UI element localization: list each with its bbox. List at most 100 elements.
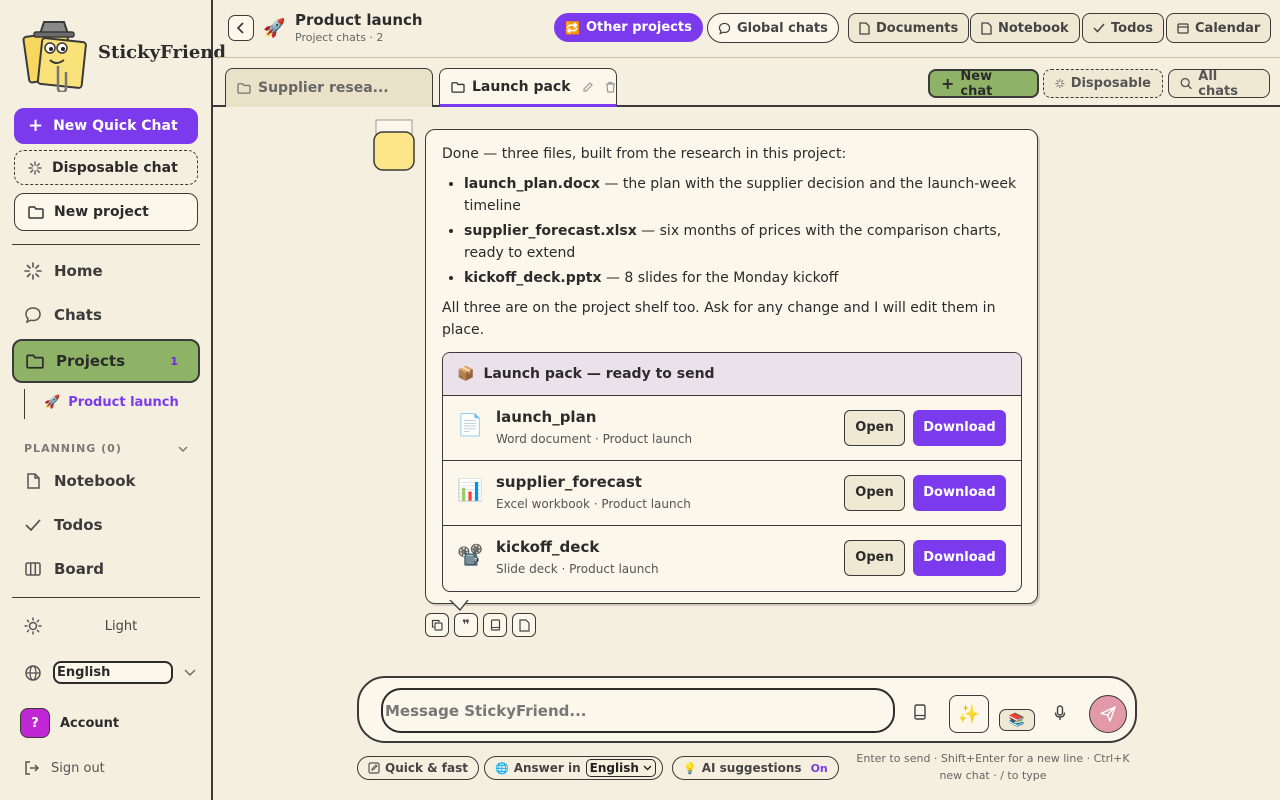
document-icon xyxy=(518,618,530,632)
message-input[interactable]: Message StickyFriend... xyxy=(381,688,895,733)
sidebar-subitem-product-launch[interactable]: 🚀 Product launch xyxy=(44,395,179,410)
planning-section-header[interactable]: PLANNING (0) xyxy=(24,442,188,455)
other-projects-button[interactable]: 🔁 Other projects xyxy=(554,13,703,42)
notebook-button[interactable]: Notebook xyxy=(970,13,1080,43)
file-row: 📽️ kickoff_deck Slide deck · Product lau… xyxy=(443,526,1021,591)
checkmark-icon xyxy=(1093,23,1105,33)
sidebar-divider xyxy=(12,244,200,245)
magic-wand-button[interactable]: ✨ xyxy=(949,695,989,733)
lightbulb-icon: 💡 xyxy=(683,761,697,775)
sidebar-item-notebook[interactable]: Notebook xyxy=(24,472,136,490)
file-desc: — 8 slides for the Monday kickoff xyxy=(601,270,839,286)
sidebar-item-home[interactable]: Home xyxy=(24,262,103,280)
tab-supplier-research[interactable]: Supplier resea... xyxy=(225,68,433,107)
sidebar-item-board[interactable]: Board xyxy=(24,560,104,578)
todos-button[interactable]: Todos xyxy=(1082,13,1165,43)
file-name-bold: launch_plan.docx xyxy=(464,176,600,192)
download-button[interactable]: Download xyxy=(913,410,1006,446)
sidebar-item-todos[interactable]: Todos xyxy=(24,516,103,534)
document-icon: 📄 xyxy=(457,413,484,437)
language-select[interactable]: English xyxy=(53,661,173,684)
account-button[interactable]: ? Account xyxy=(20,708,119,738)
theme-toggle[interactable]: Light xyxy=(24,617,200,635)
copy-button[interactable] xyxy=(425,613,449,637)
all-chats-label: All chats xyxy=(1198,68,1238,99)
open-button[interactable]: Open xyxy=(844,410,905,446)
sun-icon xyxy=(24,617,42,635)
save-to-notebook-button[interactable] xyxy=(483,613,507,637)
sign-out-button[interactable]: Sign out xyxy=(24,760,105,776)
microphone-button[interactable] xyxy=(1054,705,1066,721)
rocket-icon: 🚀 xyxy=(44,395,61,410)
send-button[interactable] xyxy=(1089,695,1127,733)
notebook-label: Notebook xyxy=(998,20,1069,36)
folder-icon xyxy=(451,81,465,93)
assistant-message-bubble: Done — three files, built from the resea… xyxy=(425,129,1038,604)
file-name: kickoff_deck xyxy=(496,538,600,556)
projects-label: Projects xyxy=(56,352,126,370)
chat-bubble-icon xyxy=(25,307,41,324)
disposable-chat-button[interactable]: Disposable chat xyxy=(14,150,198,185)
trash-icon[interactable] xyxy=(605,81,616,93)
board-columns-icon xyxy=(25,562,41,576)
ai-suggestions-toggle[interactable]: 💡 AI suggestions On xyxy=(672,756,839,780)
folder-icon xyxy=(26,354,44,369)
open-button[interactable]: Open xyxy=(844,540,905,576)
sidebar-item-projects[interactable]: Projects 1 xyxy=(12,339,200,383)
global-chats-label: Global chats xyxy=(737,20,828,36)
documents-button[interactable]: Documents xyxy=(848,13,970,43)
spreadsheet-chart-icon: 📊 xyxy=(457,478,484,502)
new-project-button[interactable]: New project xyxy=(14,193,198,231)
new-project-label: New project xyxy=(54,204,149,220)
bubble-tail xyxy=(449,600,469,611)
back-button[interactable] xyxy=(228,15,254,41)
document-icon xyxy=(859,21,870,35)
sub-project-label: Product launch xyxy=(68,395,179,410)
rocket-icon: 🚀 xyxy=(263,18,286,39)
library-button[interactable]: 📚 xyxy=(999,709,1035,731)
language-row: English xyxy=(24,661,196,684)
sidebar-item-chats[interactable]: Chats xyxy=(24,306,102,324)
file-name-bold: supplier_forecast.xlsx xyxy=(464,223,637,239)
file-summary-list: launch_plan.docx — the plan with the sup… xyxy=(464,173,1021,289)
file-row: 📄 launch_plan Word document · Product la… xyxy=(443,396,1021,461)
global-chats-button[interactable]: Global chats xyxy=(707,13,839,43)
sign-out-label: Sign out xyxy=(51,760,105,776)
answer-language-value: English xyxy=(589,761,639,775)
sticky-note-mascot-logo xyxy=(22,21,87,92)
plus-icon: + xyxy=(941,73,955,93)
globe-icon: 🌐 xyxy=(495,761,509,775)
open-button[interactable]: Open xyxy=(844,475,905,511)
avatar: ? xyxy=(20,708,50,738)
message-composer: Message StickyFriend... ✨ 📚 xyxy=(357,676,1137,743)
file-meta: Slide deck · Product launch xyxy=(496,562,659,576)
sidebar-divider xyxy=(12,597,200,598)
checkmark-icon xyxy=(25,519,41,532)
new-chat-button[interactable]: + New chat xyxy=(928,68,1039,99)
all-chats-button[interactable]: All chats xyxy=(1168,68,1270,99)
chevron-down-icon[interactable] xyxy=(184,669,196,676)
save-as-document-button[interactable] xyxy=(512,613,536,637)
answer-language-select[interactable]: English xyxy=(585,759,656,777)
disposable-label: Disposable xyxy=(1070,76,1151,91)
edit-pencil-icon[interactable] xyxy=(582,81,594,93)
download-button[interactable]: Download xyxy=(913,540,1006,576)
tab-launch-pack[interactable]: Launch pack xyxy=(439,68,617,107)
download-button[interactable]: Download xyxy=(913,475,1006,511)
file-meta: Excel workbook · Product launch xyxy=(496,497,691,511)
notebook-label: Notebook xyxy=(54,472,136,490)
assistant-avatar xyxy=(373,119,415,171)
new-chat-label: New chat xyxy=(960,68,993,99)
chevron-down-icon xyxy=(643,765,652,771)
chats-label: Chats xyxy=(54,306,102,324)
disposable-button[interactable]: Disposable xyxy=(1043,69,1163,98)
tab-label: Supplier resea... xyxy=(258,80,389,96)
page-subtitle: Project chats · 2 xyxy=(295,31,384,44)
quick-fast-toggle[interactable]: Quick & fast xyxy=(357,756,479,780)
microphone-icon xyxy=(1054,705,1066,720)
calendar-button[interactable]: Calendar xyxy=(1166,13,1272,43)
quote-button[interactable]: ❞ xyxy=(454,613,478,637)
new-quick-chat-button[interactable]: + New Quick Chat xyxy=(14,108,198,144)
project-header: 🚀 Product launch Project chats · 2 🔁 Oth… xyxy=(213,0,1280,58)
notebook-attach-button[interactable] xyxy=(913,704,927,720)
